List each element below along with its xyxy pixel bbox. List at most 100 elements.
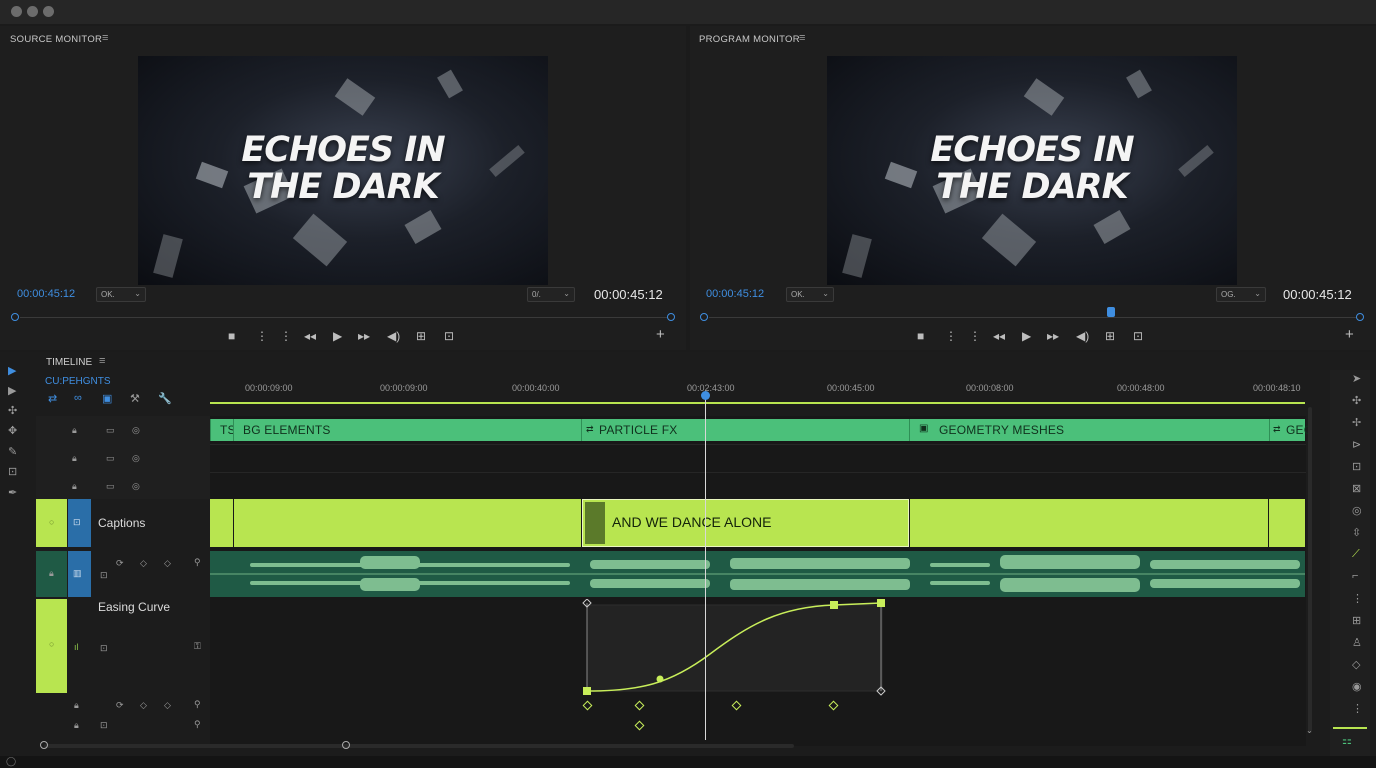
zoom-icon[interactable]: ⚲ — [194, 699, 201, 710]
lock-icon[interactable]: 🔒︎ — [74, 720, 79, 731]
eye-icon[interactable]: ○ — [49, 517, 54, 527]
wrench-icon[interactable]: 🔧 — [158, 392, 172, 405]
add-track-icon[interactable]: ⚏ — [1342, 734, 1352, 747]
curve-keyframe[interactable] — [830, 601, 838, 609]
overwrite-icon[interactable]: ⊡ — [444, 329, 454, 343]
keyframe-icon[interactable]: ◇ — [140, 700, 147, 711]
clip-ts[interactable]: TS — [210, 419, 236, 441]
program-quality-dropdown[interactable]: OG. ⌄ — [1216, 287, 1266, 302]
lock-icon[interactable]: 🔒︎ — [72, 481, 77, 492]
hand-icon[interactable]: ⌐ — [1352, 570, 1358, 582]
source-video-frame[interactable]: ECHOES IN THE DARK — [138, 56, 548, 285]
scroll-down-icon[interactable]: ⌄ — [1306, 726, 1313, 735]
add-icon[interactable]: + — [656, 326, 665, 343]
slide-icon[interactable]: ⇳ — [1352, 526, 1361, 539]
captions-track-toggle[interactable]: ○ — [36, 499, 67, 547]
program-zoom-dropdown[interactable]: OK. ⌄ — [786, 287, 834, 302]
caption-clip-handle[interactable] — [585, 502, 605, 544]
lock-icon[interactable]: 🔒︎ — [74, 700, 79, 711]
razor-icon[interactable]: ⊠ — [1352, 482, 1361, 495]
mark-out-icon[interactable]: ⋮ — [969, 329, 981, 343]
sync-lock-icon[interactable]: ▭ — [106, 453, 115, 464]
playhead-handle[interactable] — [701, 391, 710, 400]
keyframe-icon[interactable]: ◇ — [140, 558, 147, 569]
zoom-handle-left[interactable] — [40, 741, 48, 749]
ripple-icon[interactable]: ✣ — [8, 404, 17, 417]
step-back-icon[interactable]: ◂◂ — [304, 329, 316, 343]
audio-settings-icon[interactable]: ⊡ — [100, 570, 108, 581]
play-icon[interactable]: ▶ — [1022, 329, 1031, 343]
audio-clip[interactable] — [210, 551, 1305, 597]
loop-icon[interactable]: ⟳ — [116, 700, 124, 711]
program-playhead-handle[interactable] — [1107, 307, 1115, 317]
curve-bezier-handle[interactable] — [656, 675, 664, 683]
lift-icon[interactable]: ⊞ — [1105, 329, 1115, 343]
eye-icon[interactable]: ◎ — [132, 481, 140, 492]
rolling-edit-icon[interactable]: ⊳ — [1352, 438, 1361, 451]
eye-icon[interactable]: ○ — [49, 639, 54, 649]
more-icon[interactable]: ⋮ — [1352, 702, 1363, 715]
source-zoom-dropdown[interactable]: OK. ⌄ — [96, 287, 146, 302]
step-forward-icon[interactable]: ▸▸ — [1047, 329, 1059, 343]
caption-clip-selected[interactable]: AND WE DANCE ALONE — [582, 499, 909, 547]
settings-icon[interactable]: ⊡ — [100, 643, 108, 654]
audio-icon[interactable]: ◀) — [387, 329, 400, 343]
type-icon[interactable]: ♙ — [1352, 636, 1362, 649]
lock-icon[interactable]: 🔒︎ — [72, 453, 77, 464]
keyframe-icon[interactable]: ◇ — [164, 558, 171, 569]
eye-icon[interactable]: ◎ — [132, 453, 140, 464]
eraser-icon[interactable]: ◇ — [1352, 658, 1360, 671]
mark-in-icon[interactable]: ⋮ — [945, 329, 957, 343]
add-marker-icon[interactable]: ▣ — [102, 392, 112, 405]
vertical-scrollbar[interactable] — [1308, 407, 1312, 733]
step-back-icon[interactable]: ◂◂ — [993, 329, 1005, 343]
zoom-tool-icon[interactable]: ⋮ — [1352, 592, 1363, 605]
horizontal-scrollbar[interactable] — [44, 744, 794, 748]
clip-particle-fx[interactable]: ⇄ PARTICLE FX — [581, 419, 909, 441]
mark-in-icon[interactable]: ⋮ — [256, 329, 268, 343]
captions-settings-icon[interactable]: ⚒ — [130, 392, 140, 405]
insert-icon[interactable]: ⊞ — [416, 329, 426, 343]
pen-icon[interactable]: ⟋ — [1352, 548, 1360, 561]
mark-out-icon[interactable]: ⋮ — [280, 329, 292, 343]
keyframe-icon[interactable]: ◇ — [164, 700, 171, 711]
zoom-icon[interactable]: ⚲ — [194, 719, 201, 730]
move-icon[interactable]: ✥ — [8, 424, 17, 437]
caption-clip[interactable] — [210, 499, 233, 547]
source-in-point-handle[interactable] — [11, 313, 19, 321]
source-current-timecode[interactable]: 00:00:45:12 — [17, 288, 75, 300]
curve-keyframe-start[interactable] — [583, 687, 591, 695]
grid-icon[interactable]: ⊞ — [1352, 614, 1361, 627]
curve-keyframe-end[interactable] — [877, 599, 885, 607]
pen-icon[interactable]: ✒ — [8, 486, 17, 499]
settings-icon[interactable]: ◉ — [1352, 680, 1362, 693]
panel-menu-icon[interactable]: ≡ — [99, 355, 105, 367]
zoom-handle-right[interactable] — [342, 741, 350, 749]
settings-icon[interactable]: ⊡ — [100, 720, 108, 731]
clip-bg-elements[interactable]: BG ELEMENTS — [233, 419, 581, 441]
eye-icon[interactable]: ◎ — [132, 425, 140, 436]
clip-geo-tail[interactable]: ⇄ GEC — [1269, 419, 1312, 441]
add-icon[interactable]: + — [1345, 326, 1354, 343]
linked-selection-icon[interactable]: ∞ — [74, 392, 82, 404]
selection-tool-icon[interactable]: ▶ — [8, 364, 16, 377]
ripple-edit-icon[interactable]: ✢ — [1352, 416, 1361, 429]
sync-lock-icon[interactable]: ▭ — [106, 481, 115, 492]
snap-icon[interactable]: ⇄ — [48, 392, 57, 405]
program-current-timecode[interactable]: 00:00:45:12 — [706, 288, 764, 300]
playhead-line[interactable] — [705, 396, 706, 740]
lock-icon[interactable]: ⚿ — [194, 641, 201, 652]
panel-menu-icon[interactable]: ≡ — [102, 32, 108, 44]
forward-select-icon[interactable]: ✣ — [1352, 394, 1361, 407]
track-select-icon[interactable]: ▶ — [8, 384, 16, 397]
easing-curve-graph[interactable] — [210, 599, 1306, 749]
stop-icon[interactable]: ■ — [228, 329, 235, 343]
easing-track-toggle[interactable]: ○ — [36, 599, 67, 693]
close-window-button[interactable] — [11, 6, 22, 17]
selection-tool-icon[interactable]: ➤ — [1352, 372, 1361, 385]
panel-menu-icon[interactable]: ≡ — [799, 32, 805, 44]
export-frame-icon[interactable]: ⊡ — [1133, 329, 1143, 343]
razor-icon[interactable]: ✎ — [8, 445, 17, 458]
caption-clip[interactable] — [234, 499, 581, 547]
audio-track-target[interactable]: ▥ — [68, 551, 91, 597]
